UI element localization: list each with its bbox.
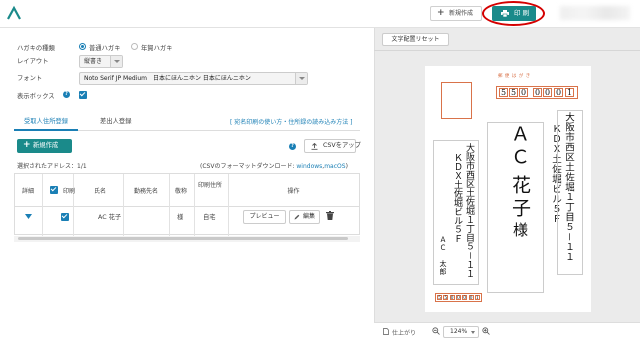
sender-postal-digit: 5 <box>437 295 442 301</box>
display-box-checkbox[interactable] <box>79 91 87 99</box>
mac-csv-link[interactable]: macOS <box>324 163 345 170</box>
postal-digit: 5 <box>499 88 508 97</box>
col-header-company: 勤務先名 <box>133 188 158 195</box>
radio-nenga-hagaki[interactable] <box>131 43 138 50</box>
radio-normal-hagaki-label: 普通ハガキ <box>89 45 121 52</box>
highlight-ring <box>482 1 545 26</box>
postal-digit: 1 <box>565 88 574 97</box>
recipient-honorific: 様 <box>511 222 529 237</box>
col-header-address-type: 印刷住所 <box>197 182 222 189</box>
postcard-header: 郵 便 は が き <box>498 74 531 79</box>
csv-upload-button[interactable]: CSVをアップ <box>304 139 361 153</box>
table-scrollbar-thumb[interactable] <box>18 237 348 240</box>
row-address-type: 自宅 <box>203 214 216 221</box>
row-print-checkbox[interactable] <box>61 213 69 221</box>
layout-select[interactable]: 縦書き <box>79 55 123 68</box>
preview-divider <box>374 50 640 51</box>
zoom-in-icon[interactable] <box>482 327 490 337</box>
sender-postal-digit: 0 <box>449 295 455 301</box>
help-icon[interactable]: ? <box>63 91 70 98</box>
chevron-down-icon <box>295 73 307 84</box>
tab-recipient[interactable]: 受取人住所登録 <box>24 116 68 125</box>
recipient-name-family: ＡＣ <box>508 124 530 170</box>
selected-count: 選択されたアドレス：1/1 <box>17 163 87 170</box>
help-icon[interactable]: ? <box>289 143 296 150</box>
add-recipient-button[interactable]: + 新規作成 <box>17 139 72 153</box>
hagaki-type-label: ハガキの種類 <box>17 45 55 52</box>
csv-format-note: (CSVのフォーマットダウンロード: windows,macOS) <box>200 163 348 170</box>
font-select[interactable]: Noto Serif JP Medium 日本にほんニホン 日本にほんニホン <box>79 72 308 85</box>
howto-link[interactable]: [ 宛名印刷の使い方・住所録の読み込み方法 ] <box>230 117 353 126</box>
postal-digit: 0 <box>543 88 552 97</box>
postal-digit: 5 <box>509 88 518 97</box>
upload-icon <box>311 143 318 150</box>
display-box-label: 表示ボックス <box>17 93 55 100</box>
postal-digit: 0 <box>519 88 528 97</box>
plus-icon: + <box>23 140 31 150</box>
zoom-select[interactable]: 124% <box>443 326 479 338</box>
sender-address-line-1: 大阪市西区土佐堀１丁目５－１１ <box>464 143 474 279</box>
radio-nenga-hagaki-label: 年賀ハガキ <box>141 45 173 52</box>
user-menu-blurred[interactable] <box>560 6 630 20</box>
chevron-down-icon <box>110 56 122 67</box>
recipient-name-given: 花子 <box>509 175 531 221</box>
column-divider <box>42 174 43 236</box>
preview-button[interactable]: プレビュー <box>243 210 286 224</box>
trash-icon[interactable] <box>326 211 334 222</box>
edit-button[interactable]: 編集 <box>289 210 320 224</box>
reset-layout-button[interactable]: 文字配置リセット <box>382 33 449 46</box>
row-honorific: 様 <box>177 214 184 221</box>
active-tab-indicator <box>14 129 78 131</box>
postal-digit: 0 <box>554 88 563 97</box>
recipient-address-box <box>557 110 583 275</box>
document-icon <box>383 328 389 335</box>
tab-sender[interactable]: 差出人登録 <box>100 116 131 125</box>
font-label: フォント <box>17 75 43 82</box>
app-logo[interactable] <box>6 5 22 21</box>
sender-name: ＡＣ 太郎 <box>439 236 447 276</box>
sender-postal-digit: 0 <box>462 295 468 301</box>
sender-postal-digit: 1 <box>474 295 480 301</box>
zoom-out-icon[interactable] <box>432 327 440 337</box>
row-name: AC 花子 <box>98 214 122 221</box>
plus-icon: + <box>437 8 445 18</box>
stamp-box <box>441 82 472 119</box>
pencil-icon <box>294 214 300 220</box>
sender-postal-digit: 0 <box>455 295 461 301</box>
select-all-checkbox[interactable] <box>50 186 58 194</box>
sender-postal-digit: 5 <box>443 295 449 301</box>
windows-csv-link[interactable]: windows <box>296 163 322 170</box>
radio-normal-hagaki[interactable] <box>79 43 86 50</box>
sender-address-line-2: ＫＤＸ土佐堀ビル５Ｆ <box>452 153 462 243</box>
sender-postal-digit: 0 <box>468 295 474 301</box>
layout-label: レイアウト <box>17 58 49 65</box>
new-create-button[interactable]: + 新規作成 <box>430 6 482 21</box>
expand-row-icon[interactable] <box>25 214 32 221</box>
postal-digit: 0 <box>533 88 542 97</box>
